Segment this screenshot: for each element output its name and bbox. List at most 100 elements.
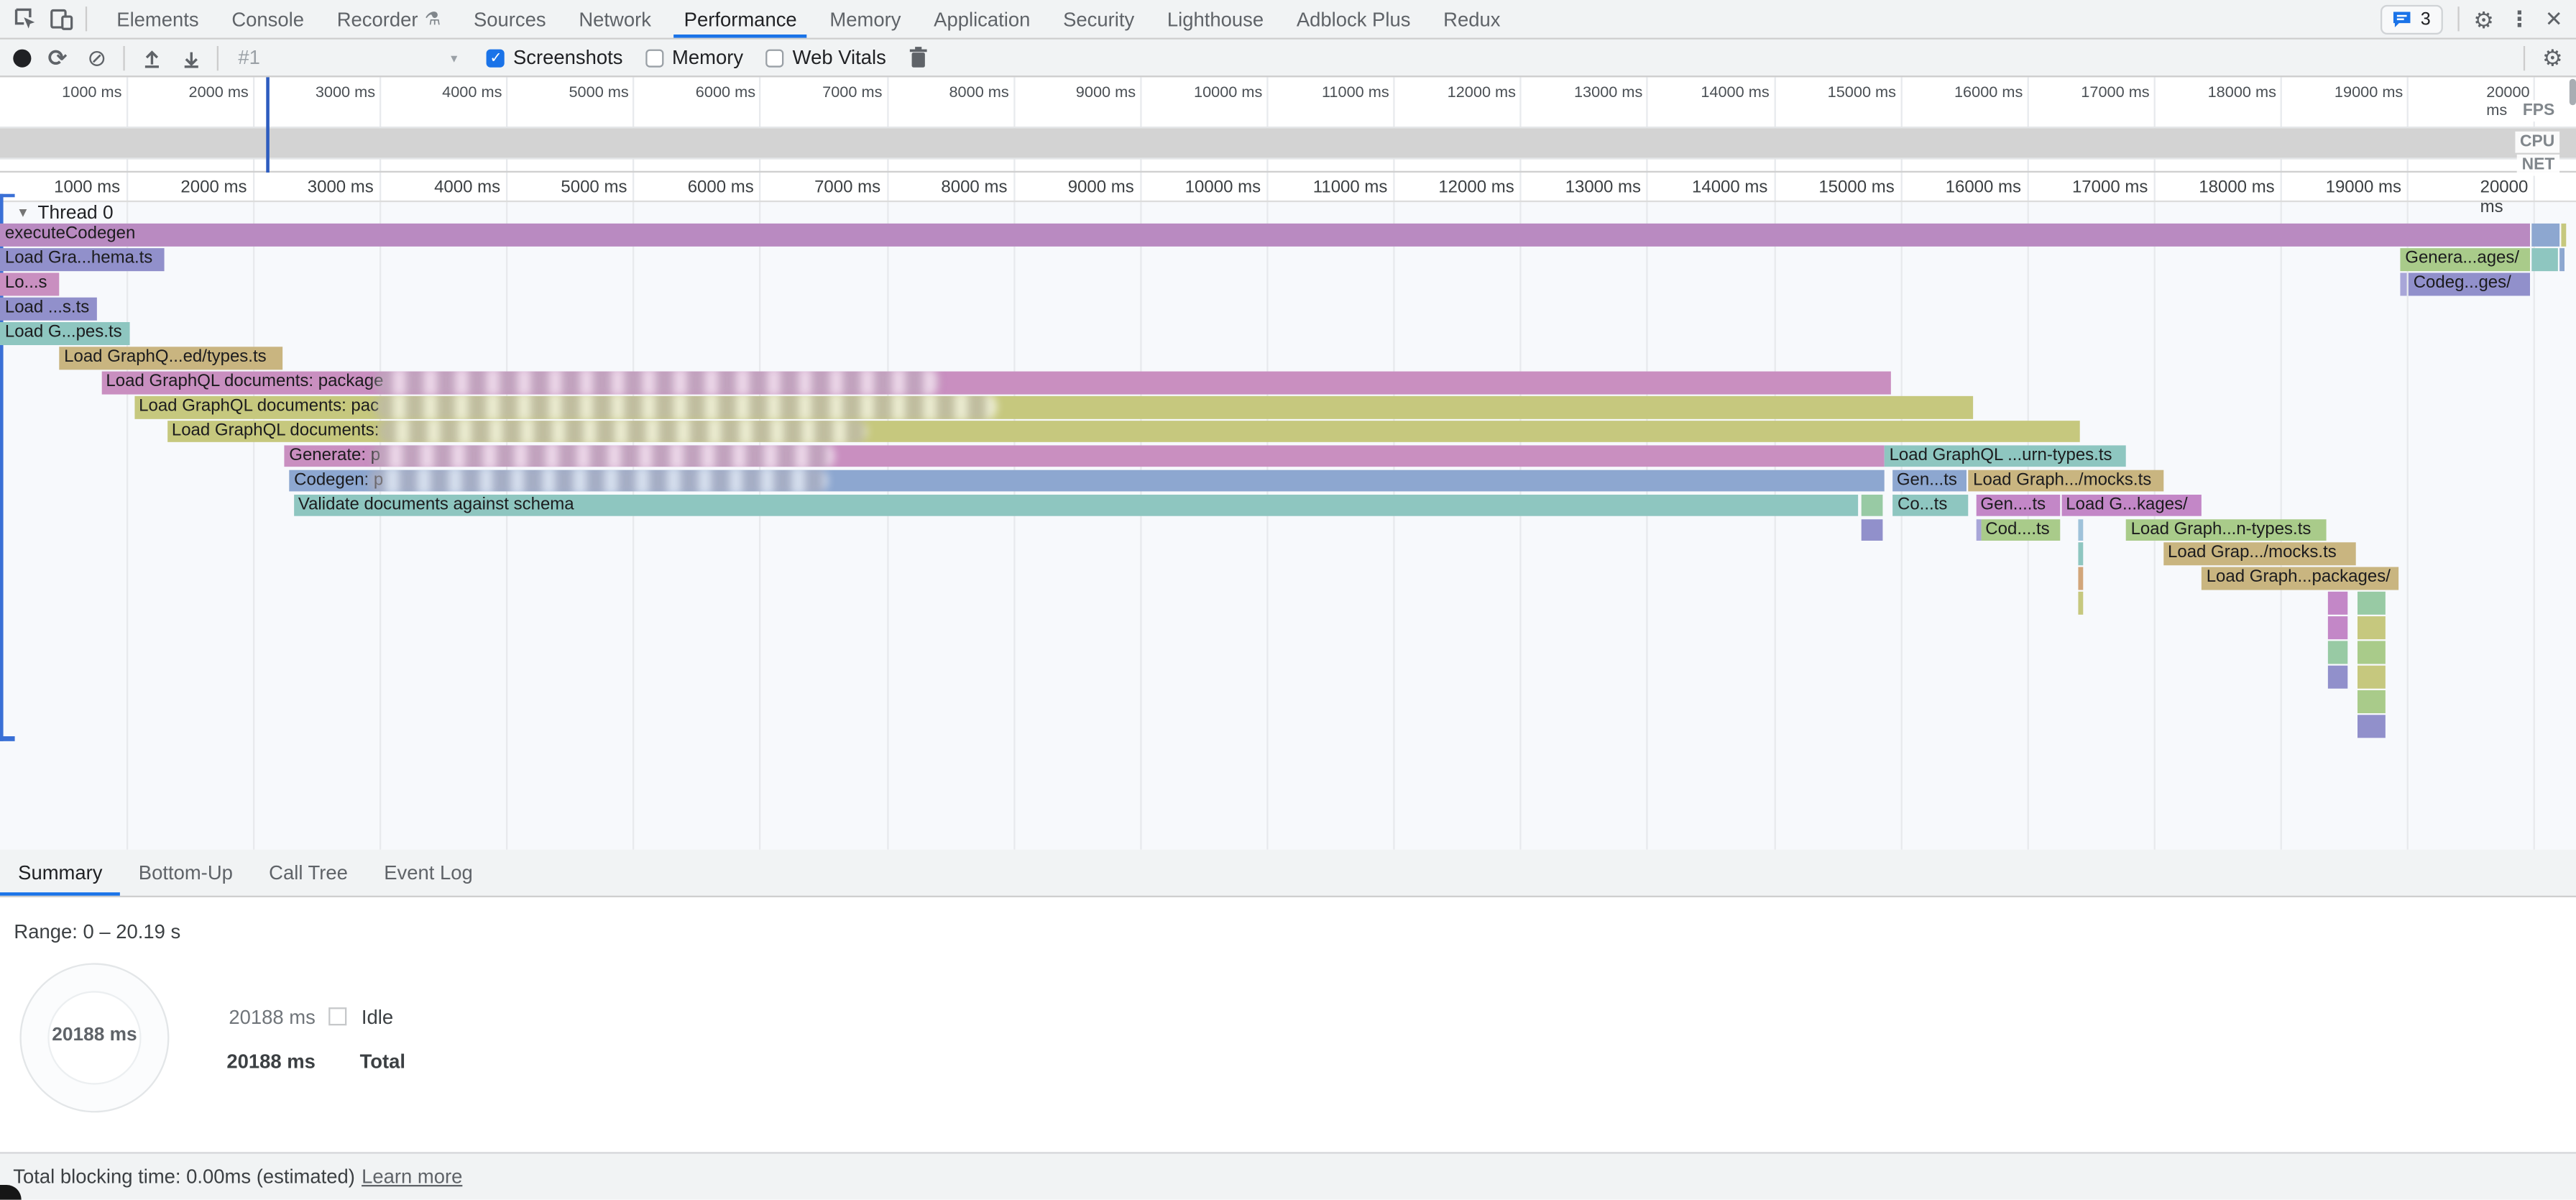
checkbox-screenshots[interactable]: ✓Screenshots (487, 46, 622, 69)
overview-divider (0, 126, 2576, 127)
flame-bar[interactable]: Cod....ts (1980, 518, 2060, 541)
profile-dropdown-arrow-icon[interactable]: ▾ (451, 50, 457, 65)
summary-tab-call-tree[interactable]: Call Tree (251, 850, 366, 896)
save-profile-icon[interactable] (178, 45, 204, 71)
divider (86, 6, 87, 31)
flame-bar[interactable]: Gen...ts (1892, 470, 1966, 492)
flame-bar-sliver[interactable] (2328, 666, 2347, 688)
flame-bar-sliver[interactable] (2559, 249, 2564, 271)
flame-bar-sliver[interactable] (2357, 690, 2386, 713)
tab-console[interactable]: Console (216, 0, 321, 38)
flame-bar-sliver[interactable] (2077, 518, 2082, 541)
settings-gear-icon[interactable]: ⚙ (2473, 7, 2494, 30)
reload-and-record-icon[interactable]: ⟳ (45, 45, 71, 71)
inspect-element-icon[interactable] (12, 6, 38, 32)
web-vitals-checkbox-box[interactable] (766, 48, 784, 66)
tab-recorder[interactable]: Recorder⚗ (321, 0, 457, 38)
flame-bar-sliver[interactable] (1976, 518, 1981, 541)
flame-bar[interactable]: executeCodegen (0, 224, 2530, 247)
tab-memory[interactable]: Memory (814, 0, 918, 38)
flame-bar[interactable]: Load Graph...n-types.ts (2126, 518, 2327, 541)
flame-bar-sliver[interactable] (2531, 224, 2559, 247)
flame-bar[interactable]: Load G...kages/ (2061, 494, 2201, 516)
flame-bar[interactable]: Load ...s.ts (0, 298, 97, 320)
flame-bar[interactable]: Genera...ages/ (2400, 249, 2529, 271)
issues-badge[interactable]: 3 (2381, 4, 2442, 34)
flame-bar-sliver[interactable] (2357, 641, 2386, 664)
flame-bar[interactable]: Lo...s (0, 273, 58, 296)
tab-performance[interactable]: Performance (668, 0, 814, 38)
flame-bar[interactable]: Load GraphQL ...urn-types.ts (1885, 445, 2126, 467)
memory-checkbox-box[interactable] (645, 48, 663, 66)
checkbox-memory[interactable]: Memory (645, 46, 743, 69)
flame-bar[interactable]: Load G...pes.ts (0, 322, 130, 344)
flame-bar-sliver[interactable] (2357, 592, 2386, 615)
tab-security[interactable]: Security (1046, 0, 1151, 38)
load-profile-icon[interactable] (138, 45, 165, 71)
flame-bar-sliver[interactable] (2357, 666, 2386, 688)
ruler-bottom-border (0, 201, 2576, 202)
overview-scrollbar-thumb[interactable] (2570, 79, 2575, 106)
status-bar: Total blocking time: 0.00ms (estimated) … (0, 1152, 2576, 1199)
record-button[interactable] (13, 48, 31, 66)
selection-bracket-bottom[interactable] (0, 736, 15, 741)
flame-bar[interactable]: Load GraphQ...ed/types.ts (59, 347, 282, 369)
flame-bar[interactable]: Validate documents against schema (293, 494, 1858, 516)
more-options-kebab-icon[interactable]: ⋮ (2509, 8, 2531, 29)
flame-bar-sliver[interactable] (2077, 592, 2082, 615)
flame-bar-sliver[interactable] (2328, 641, 2347, 664)
divider (217, 45, 218, 70)
flame-bar[interactable]: Co...ts (1892, 494, 1968, 516)
tab-adblock-plus[interactable]: Adblock Plus (1280, 0, 1427, 38)
flame-bar[interactable]: Load GraphQL documents: (167, 421, 2080, 443)
learn-more-link[interactable]: Learn more (362, 1165, 462, 1188)
ruler-tick-label: 14000 ms (1692, 178, 1775, 197)
flame-bar-sliver[interactable] (2077, 543, 2082, 565)
thread-header[interactable]: ▼ Thread 0 (17, 203, 114, 222)
flame-bar-sliver[interactable] (2400, 273, 2406, 296)
checkbox-web-vitals[interactable]: Web Vitals (766, 46, 886, 69)
summary-tab-bottom-up[interactable]: Bottom-Up (121, 850, 251, 896)
flame-bar[interactable]: Load Graph...packages/ (2202, 568, 2398, 590)
flame-bar-sliver[interactable] (2531, 249, 2557, 271)
flame-bar-sliver[interactable] (2560, 224, 2565, 247)
flame-bar[interactable]: Codeg...ges/ (2409, 273, 2529, 296)
screenshots-checkbox-box[interactable]: ✓ (487, 48, 505, 66)
flame-bar[interactable]: Codegen: p (289, 470, 1883, 492)
flame-bar[interactable]: Generate: p (284, 445, 1883, 467)
profile-select-value[interactable]: #1 (238, 46, 260, 69)
legend-label: Idle (362, 1006, 393, 1029)
flame-bar-sliver[interactable] (1861, 518, 1883, 541)
tab-lighthouse[interactable]: Lighthouse (1151, 0, 1280, 38)
tab-redux[interactable]: Redux (1427, 0, 1517, 38)
ruler-tick-label: 16000 ms (1946, 178, 2028, 197)
flame-bar-sliver[interactable] (2077, 568, 2082, 590)
tab-sources[interactable]: Sources (457, 0, 562, 38)
delete-recording-icon[interactable] (906, 45, 932, 71)
overview-tick-label: 12000 ms (1448, 84, 1521, 102)
tab-network[interactable]: Network (562, 0, 667, 38)
flame-bar-sliver[interactable] (2328, 592, 2347, 615)
overview-cpu-activity-band[interactable] (0, 128, 2576, 157)
summary-tab-event-log[interactable]: Event Log (366, 850, 491, 896)
flame-bar[interactable]: Load Gra...hema.ts (0, 249, 165, 271)
overview-marker-line[interactable] (265, 77, 269, 173)
capture-settings-gear-icon[interactable]: ⚙ (2542, 46, 2563, 69)
flame-bar[interactable]: Load Grap.../mocks.ts (2163, 543, 2356, 565)
collapse-triangle-icon[interactable]: ▼ (17, 206, 29, 221)
summary-tab-summary[interactable]: Summary (0, 850, 121, 896)
tabbar-right-controls: 3 ⚙ ⋮ ✕ (2381, 4, 2576, 34)
device-toolbar-icon[interactable] (47, 6, 74, 32)
flame-bar[interactable]: Load Graph.../mocks.ts (1968, 470, 2163, 492)
flame-bar-sliver[interactable] (2357, 617, 2386, 639)
flame-bar[interactable]: Load GraphQL documents: package (101, 372, 1891, 394)
tab-application[interactable]: Application (917, 0, 1046, 38)
flame-bar[interactable]: Gen....ts (1976, 494, 2061, 516)
flame-bar[interactable]: Load GraphQL documents: pac (134, 396, 1973, 418)
flame-bar-sliver[interactable] (1861, 494, 1883, 516)
close-devtools-icon[interactable]: ✕ (2545, 8, 2563, 29)
flame-bar-sliver[interactable] (2357, 715, 2386, 737)
flame-bar-sliver[interactable] (2328, 617, 2347, 639)
clear-icon[interactable]: ⊘ (84, 45, 111, 71)
tab-elements[interactable]: Elements (100, 0, 215, 38)
